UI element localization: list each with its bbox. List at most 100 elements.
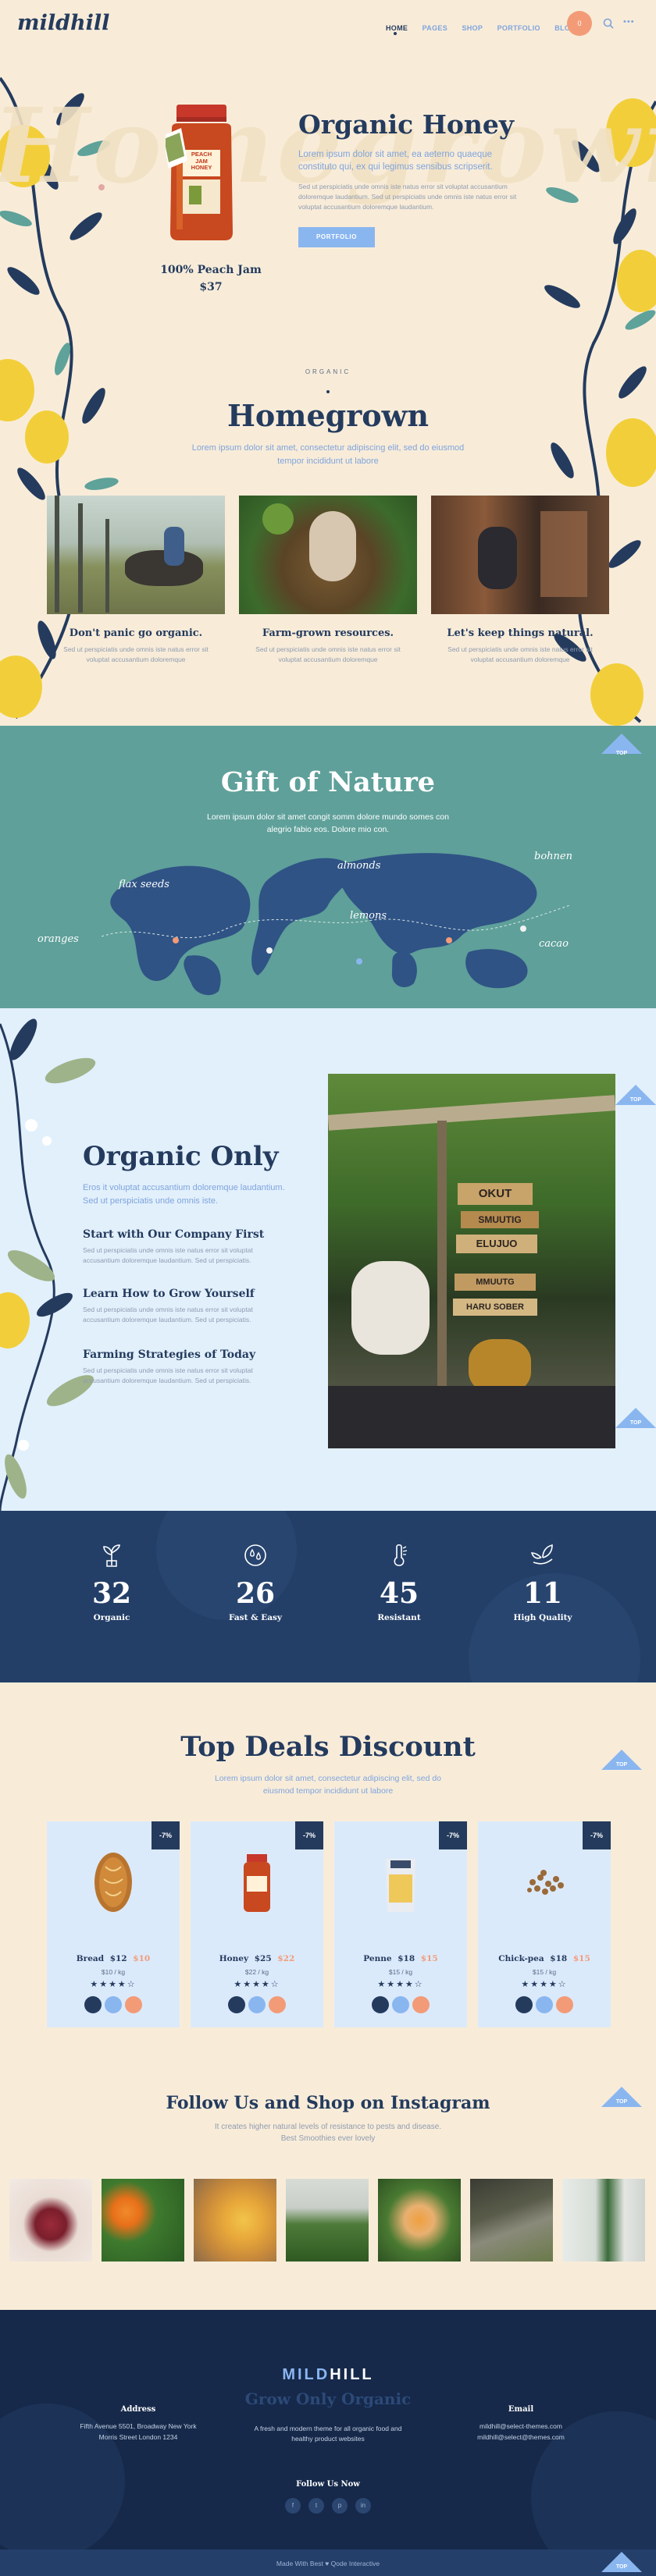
hero-title: Organic Honey	[298, 109, 515, 140]
organic-item-text-3: Sed ut perspiciatis unde omnis iste natu…	[83, 1366, 253, 1385]
nav-active-indicator	[394, 32, 397, 35]
product-name[interactable]: Chick-pea	[498, 1954, 544, 1963]
product-name[interactable]: 100% Peach Jam	[148, 264, 273, 276]
quick-view-icon[interactable]	[105, 1996, 122, 2013]
pinterest-icon[interactable]: p	[332, 2498, 348, 2514]
instagram-section: TOP Follow Us and Shop on Instagram It c…	[0, 2065, 656, 2310]
quick-view-icon[interactable]	[536, 1996, 553, 2013]
product-image-honey[interactable]	[222, 1851, 292, 1921]
portfolio-button[interactable]: PORTFOLIO	[298, 227, 375, 247]
nav-link-shop[interactable]: SHOP	[462, 24, 483, 32]
product-name[interactable]: Honey	[219, 1954, 248, 1963]
homegrown-eyebrow: ORGANIC	[305, 368, 351, 375]
product-price: $18	[550, 1954, 568, 1963]
jar-label-text: PEACH JAM HONEY	[191, 151, 212, 172]
add-to-cart-icon[interactable]	[515, 1996, 533, 2013]
product-unit-price: $15 / kg	[532, 1968, 557, 1976]
wishlist-icon[interactable]	[412, 1996, 430, 2013]
stat-label-resistant: Resistant	[377, 1613, 421, 1622]
hero-section: Homegrown mildhill HOME PAGES SHOP PORTF…	[0, 0, 656, 726]
organic-only-section: Organic Only Eros it voluptat accusantiu…	[0, 1008, 656, 1511]
feature-text-3: Sed ut perspiciatis unde omnis iste natu…	[447, 645, 593, 663]
feature-title-2: Farm-grown resources.	[262, 627, 394, 639]
product-card-chick-pea[interactable]: -7% Chick-pea $18 $15 $15 / kg ★★★★☆	[478, 1821, 611, 2027]
product-sale-price: $22	[277, 1954, 295, 1963]
cart-button[interactable]: 0	[567, 11, 592, 36]
add-to-cart-icon[interactable]	[84, 1996, 102, 2013]
instagram-photo-6[interactable]	[470, 2179, 553, 2262]
top-button-footer-label: TOP	[615, 2564, 628, 2570]
search-icon[interactable]	[603, 18, 614, 29]
market-stall-photo[interactable]: OKUT SMUUTIG ELUJUO MMUUTG HARU SOBER	[328, 1074, 615, 1448]
thermometer-icon	[394, 1544, 408, 1566]
footer-logo-hill: HILL	[330, 2366, 374, 2383]
quick-view-icon[interactable]	[248, 1996, 266, 2013]
top-button-gift-label: TOP	[615, 751, 628, 756]
discount-badge: -7%	[583, 1821, 611, 1849]
footer-email-2[interactable]: mildhill@select@themes.com	[447, 2433, 595, 2441]
stat-label-high-quality: High Quality	[513, 1613, 572, 1622]
product-image-bread[interactable]	[78, 1851, 148, 1921]
instagram-photo-7[interactable]	[562, 2179, 645, 2262]
footer-address-line-2: Morris Street London 1234	[98, 2433, 178, 2441]
product-card-penne[interactable]: -7% Penne $18 $15 $15 / kg ★★★★☆	[334, 1821, 467, 2027]
nav-link-pages[interactable]: PAGES	[422, 24, 447, 32]
product-name[interactable]: Bread	[77, 1954, 104, 1963]
product-sale-price: $15	[420, 1954, 438, 1963]
wooden-sign-2: SMUUTIG	[461, 1211, 539, 1228]
product-card-honey[interactable]: -7% Honey $25 $22 $22 / kg ★★★★☆	[191, 1821, 323, 2027]
top-button-deals-label: TOP	[615, 1762, 628, 1768]
nav-link-home[interactable]: HOME	[386, 24, 408, 32]
map-label-lemons: lemons	[350, 910, 387, 922]
product-image-penne[interactable]	[365, 1851, 436, 1921]
map-label-bohnen: bohnen	[534, 851, 572, 862]
feature-photo-workshop[interactable]	[431, 496, 609, 614]
deals-subtitle: Lorem ipsum dolor sit amet, consectetur …	[214, 1774, 442, 1796]
footer-logo[interactable]: MILDHILL	[0, 2366, 656, 2384]
organic-item-text-1: Sed ut perspiciatis unde omnis iste natu…	[83, 1246, 253, 1265]
product-name[interactable]: Penne	[363, 1954, 391, 1963]
organic-item-title-3[interactable]: Farming Strategies of Today	[83, 1348, 255, 1361]
footer-copyright: Made With Best ♥ Qode Interactive	[276, 2560, 380, 2567]
organic-item-title-2[interactable]: Learn How to Grow Yourself	[83, 1288, 255, 1300]
footer-social-links: f t p in	[0, 2497, 656, 2514]
footer: MILDHILL Grow Only Organic Address Fifth…	[0, 2310, 656, 2576]
add-to-cart-icon[interactable]	[372, 1996, 389, 2013]
map-label-flax-seeds: flax seeds	[119, 879, 169, 890]
hero-lead: Lorem ipsum dolor sit amet, ea aeterno q…	[298, 150, 493, 172]
homegrown-subtitle: Lorem ipsum dolor sit amet, consectetur …	[191, 443, 465, 466]
product-rating: ★★★★☆	[377, 1980, 424, 1989]
instagram-photo-5[interactable]	[378, 2179, 461, 2262]
logo[interactable]: mildhill	[17, 11, 109, 35]
quick-view-icon[interactable]	[392, 1996, 409, 2013]
stat-fast-easy: 26 Fast & Easy	[201, 1544, 310, 1622]
organic-item-text-2: Sed ut perspiciatis unde omnis iste natu…	[83, 1306, 253, 1324]
feature-photo-sheep[interactable]	[47, 496, 225, 614]
instagram-photo-1[interactable]	[9, 2179, 92, 2262]
linkedin-icon[interactable]: in	[355, 2498, 371, 2514]
feature-photo-gardening[interactable]	[239, 496, 417, 614]
wooden-sign-5: HARU SOBER	[453, 1299, 537, 1316]
add-to-cart-icon[interactable]	[228, 1996, 245, 2013]
product-image-chick-pea[interactable]	[509, 1851, 579, 1921]
main-navigation: HOME PAGES SHOP PORTFOLIO BLOG	[386, 20, 586, 34]
top-button-organic-1-label: TOP	[629, 1097, 642, 1103]
product-price: $37	[199, 281, 223, 293]
instagram-photo-3[interactable]	[194, 2179, 276, 2262]
product-card-bread[interactable]: -7% Bread $12 $10 $10 / kg ★★★★☆	[47, 1821, 180, 2027]
nav-link-portfolio[interactable]: PORTFOLIO	[497, 24, 540, 32]
peach-jam-jar-image[interactable]	[166, 105, 237, 242]
facebook-icon[interactable]: f	[285, 2498, 301, 2514]
wishlist-icon[interactable]	[556, 1996, 573, 2013]
instagram-title: Follow Us and Shop on Instagram	[166, 2093, 490, 2113]
instagram-photo-2[interactable]	[102, 2179, 184, 2262]
footer-email-1[interactable]: mildhill@select-themes.com	[447, 2422, 595, 2430]
wishlist-icon[interactable]	[269, 1996, 286, 2013]
footer-follow-title: Follow Us Now	[296, 2480, 360, 2489]
deals-title: Top Deals Discount	[180, 1731, 476, 1763]
more-menu-icon[interactable]: •••	[623, 17, 635, 27]
wishlist-icon[interactable]	[125, 1996, 142, 2013]
twitter-icon[interactable]: t	[308, 2498, 324, 2514]
instagram-photo-4[interactable]	[286, 2179, 369, 2262]
organic-item-title-1[interactable]: Start with Our Company First	[83, 1228, 264, 1241]
